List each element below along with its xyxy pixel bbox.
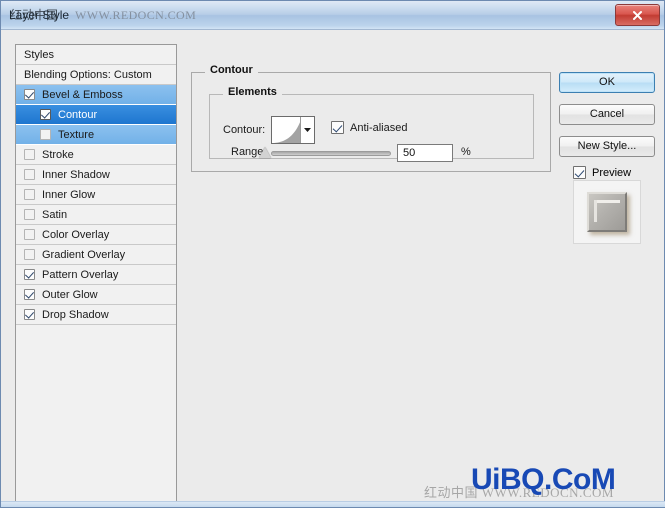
elements-group-title: Elements — [223, 86, 282, 98]
sidebar-item-label: Bevel & Emboss — [42, 88, 123, 101]
sidebar-item-label: Stroke — [42, 148, 74, 161]
close-icon — [633, 10, 642, 20]
sidebar-item-blending-options[interactable]: Blending Options: Custom — [16, 65, 176, 85]
sidebar-item-texture[interactable]: Texture — [16, 125, 176, 145]
ok-button[interactable]: OK — [559, 72, 655, 93]
button-column: OK Cancel New Style... Preview — [559, 72, 655, 244]
title-bar: Layer Style 红动中国 WWW.REDOCN.COM — [1, 1, 664, 30]
contour-curve-preview — [272, 117, 300, 143]
antialiased-checkbox[interactable]: Anti-aliased — [331, 121, 407, 134]
preview-checkbox-box[interactable] — [573, 166, 586, 179]
sidebar-item-gradient-overlay[interactable]: Gradient Overlay — [16, 245, 176, 265]
checkbox-inner-shadow[interactable] — [24, 169, 35, 180]
checkbox-texture[interactable] — [40, 129, 51, 140]
sidebar-item-pattern-overlay[interactable]: Pattern Overlay — [16, 265, 176, 285]
checkbox-bevel-emboss[interactable] — [24, 89, 35, 100]
window-bottom-strip — [1, 501, 665, 507]
checkbox-contour[interactable] — [40, 109, 51, 120]
checkbox-drop-shadow[interactable] — [24, 309, 35, 320]
title-watermark-url: WWW.REDOCN.COM — [75, 8, 197, 22]
contour-field-label: Contour: — [223, 124, 266, 136]
chevron-down-icon — [304, 128, 311, 132]
preview-checkbox[interactable]: Preview — [573, 166, 655, 179]
preview-label: Preview — [592, 166, 632, 179]
styles-list-header[interactable]: Styles — [16, 45, 176, 65]
contour-dropdown-arrow[interactable] — [300, 117, 314, 143]
elements-group: Elements Contour: Anti-aliased Range: 50… — [209, 86, 534, 162]
blending-options-label: Blending Options: Custom — [24, 68, 152, 81]
sidebar-item-label: Color Overlay — [42, 228, 110, 241]
sidebar-item-bevel-emboss[interactable]: Bevel & Emboss — [16, 85, 176, 105]
sidebar-item-label: Drop Shadow — [42, 308, 109, 321]
contour-group: Contour Elements Contour: Anti-aliased R… — [191, 64, 551, 172]
checkbox-satin[interactable] — [24, 209, 35, 220]
range-input[interactable] — [397, 144, 453, 162]
checkbox-inner-glow[interactable] — [24, 189, 35, 200]
sidebar-item-label: Contour — [58, 108, 98, 121]
styles-list-panel[interactable]: Styles Blending Options: Custom Bevel & … — [15, 44, 177, 507]
dialog-body: Styles Blending Options: Custom Bevel & … — [1, 30, 664, 507]
antialiased-checkbox-box[interactable] — [331, 121, 344, 134]
contour-group-title: Contour — [205, 64, 258, 76]
sidebar-item-color-overlay[interactable]: Color Overlay — [16, 225, 176, 245]
sidebar-item-drop-shadow[interactable]: Drop Shadow — [16, 305, 176, 325]
checkbox-gradient-overlay[interactable] — [24, 249, 35, 260]
sidebar-item-label: Texture — [58, 128, 95, 141]
sidebar-item-inner-glow[interactable]: Inner Glow — [16, 185, 176, 205]
contour-curve-icon — [272, 122, 300, 143]
sidebar-item-label: Satin — [42, 208, 68, 221]
sidebar-item-stroke[interactable]: Stroke — [16, 145, 176, 165]
sidebar-item-satin[interactable]: Satin — [16, 205, 176, 225]
style-preview-thumbnail — [573, 180, 641, 244]
range-slider-thumb[interactable] — [259, 147, 271, 158]
range-slider-track[interactable] — [271, 151, 391, 156]
title-watermark-cn: 红动中国 — [10, 8, 59, 22]
checkbox-pattern-overlay[interactable] — [24, 269, 35, 280]
range-unit-label: % — [461, 146, 471, 158]
sidebar-item-label: Outer Glow — [42, 288, 98, 301]
title-bar-text-area: Layer Style 红动中国 WWW.REDOCN.COM — [9, 7, 615, 23]
sidebar-item-outer-glow[interactable]: Outer Glow — [16, 285, 176, 305]
style-preview-swatch — [587, 192, 627, 232]
sidebar-item-label: Inner Glow — [42, 188, 96, 201]
checkbox-outer-glow[interactable] — [24, 289, 35, 300]
checkbox-stroke[interactable] — [24, 149, 35, 160]
styles-header-label: Styles — [24, 48, 54, 61]
layer-style-dialog: Layer Style 红动中国 WWW.REDOCN.COM Styles B… — [0, 0, 665, 508]
sidebar-item-label: Inner Shadow — [42, 168, 110, 181]
sidebar-item-inner-shadow[interactable]: Inner Shadow — [16, 165, 176, 185]
sidebar-item-contour[interactable]: Contour — [16, 105, 176, 125]
sidebar-item-label: Gradient Overlay — [42, 248, 126, 261]
cancel-button[interactable]: Cancel — [559, 104, 655, 125]
checkbox-color-overlay[interactable] — [24, 229, 35, 240]
contour-picker[interactable] — [271, 116, 315, 144]
sidebar-item-label: Pattern Overlay — [42, 268, 119, 281]
close-button[interactable] — [615, 4, 660, 26]
new-style-button[interactable]: New Style... — [559, 136, 655, 157]
antialiased-label: Anti-aliased — [350, 121, 408, 134]
